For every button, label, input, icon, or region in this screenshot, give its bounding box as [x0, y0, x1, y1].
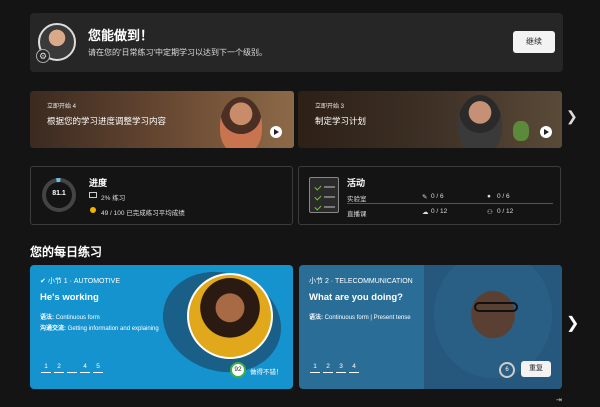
grammar-line: 语法: Continuous form: [40, 312, 100, 321]
lesson-title: What are you doing?: [309, 292, 403, 303]
lesson-card-2[interactable]: 小节 2 · TELECOMMUNICATION What are you do…: [299, 265, 562, 389]
glasses-decor: [474, 302, 518, 312]
video-title: 制定学习计划: [315, 116, 367, 126]
step[interactable]: 1: [41, 363, 51, 373]
grammar-label: 语法:: [309, 315, 323, 321]
activity-value: 0 / 6: [497, 193, 510, 200]
play-icon[interactable]: [270, 126, 282, 138]
activity-title: 活动: [347, 178, 366, 188]
monitor-icon: [89, 192, 97, 198]
comm-line: 沟通交流: Getting information and explaining: [40, 323, 159, 332]
divider: [347, 203, 553, 204]
video-card-2[interactable]: 立即开始 3 制定学习计划: [298, 91, 562, 148]
banner-title: 您能做到！: [88, 28, 154, 43]
progress-title: 进度: [89, 178, 108, 188]
progress-ring: 6: [499, 362, 515, 378]
repeat-button[interactable]: 重复: [521, 361, 551, 377]
group-icon: ☁: [422, 209, 429, 216]
lesson-card-1[interactable]: ✔ 小节 1 · AUTOMOTIVE He's working 语法: Con…: [30, 265, 293, 389]
average-score: 49 / 100 已完成练习平均成绩: [101, 210, 185, 217]
comm-label: 沟通交流:: [40, 326, 66, 332]
step[interactable]: 2: [54, 363, 64, 373]
lesson-tag: 小节 2 · TELECOMMUNICATION: [309, 278, 413, 285]
video-title: 根据您的学习进度调整学习内容: [47, 116, 167, 126]
grammar-value: Continuous form | Present tense: [324, 315, 411, 321]
step[interactable]: 4: [80, 363, 90, 373]
activity-row-label: 直播课: [347, 211, 367, 218]
people-icon: ⚇: [487, 209, 493, 216]
presenter-image: [220, 97, 262, 148]
play-icon[interactable]: [540, 126, 552, 138]
activity-value: 0 / 12: [497, 208, 514, 215]
motivation-banner: ⚙ 您能做到！ 请在您的'日常练习'中定期学习以达到下一个级别。 继续: [30, 13, 563, 72]
activity-panel: 活动 实验室 ✎ 0 / 6 ● 0 / 6 直播课 ☁ 0 / 12 ⚇ 0 …: [298, 166, 561, 225]
grammar-label: 语法:: [40, 315, 54, 321]
chevron-right-icon[interactable]: ❯: [566, 108, 578, 125]
step-list: 12345: [41, 363, 106, 373]
continue-button[interactable]: 继续: [513, 31, 555, 53]
settings-icon[interactable]: ⚙: [36, 49, 50, 63]
checklist-icon: [309, 177, 339, 213]
score-badge: 92: [230, 362, 246, 378]
lesson-tag: ✔ 小节 1 · AUTOMOTIVE: [40, 276, 120, 286]
activity-value: 0 / 6: [431, 193, 444, 200]
chevron-right-icon[interactable]: ❯: [566, 313, 579, 333]
collapse-icon[interactable]: ⇥: [556, 396, 562, 404]
lesson-tag-text: 小节 1 · AUTOMOTIVE: [47, 278, 121, 285]
plant-image: [513, 121, 529, 141]
banner-subtitle: 请在您的'日常练习'中定期学习以达到下一个级别。: [88, 48, 268, 57]
gauge-value: 81.1: [52, 190, 66, 197]
lesson-image: [187, 273, 273, 359]
mic-icon: ●: [487, 193, 491, 200]
presenter-image: [458, 95, 502, 148]
lesson-title: He's working: [40, 292, 99, 303]
video-label: 立即开始 3: [315, 104, 345, 110]
practice-percent: 2% 练习: [101, 195, 126, 202]
step[interactable]: 3: [67, 363, 77, 373]
step[interactable]: 5: [93, 363, 103, 373]
step[interactable]: 4: [349, 363, 359, 373]
score-dot-icon: [90, 207, 96, 213]
activity-value: 0 / 12: [431, 208, 448, 215]
pencil-icon: ✎: [422, 194, 428, 201]
video-label: 立即开始 4: [47, 104, 77, 110]
progress-panel: 81.1 进度 2% 练习 49 / 100 已完成练习平均成绩: [30, 166, 293, 225]
step[interactable]: 1: [310, 363, 320, 373]
activity-row-label: 实验室: [347, 196, 367, 203]
step-list: 1234: [310, 363, 362, 373]
grammar-value: Continuous form: [55, 315, 100, 321]
step[interactable]: 3: [336, 363, 346, 373]
grammar-line: 语法: Continuous form | Present tense: [309, 312, 411, 321]
video-card-1[interactable]: 立即开始 4 根据您的学习进度调整学习内容: [30, 91, 294, 148]
step[interactable]: 2: [323, 363, 333, 373]
score-label: 做得不错！: [250, 369, 283, 376]
comm-value: Getting information and explaining: [67, 326, 159, 332]
section-title: 您的每日练习: [30, 245, 103, 259]
check-circle-icon: ✔: [40, 278, 48, 285]
